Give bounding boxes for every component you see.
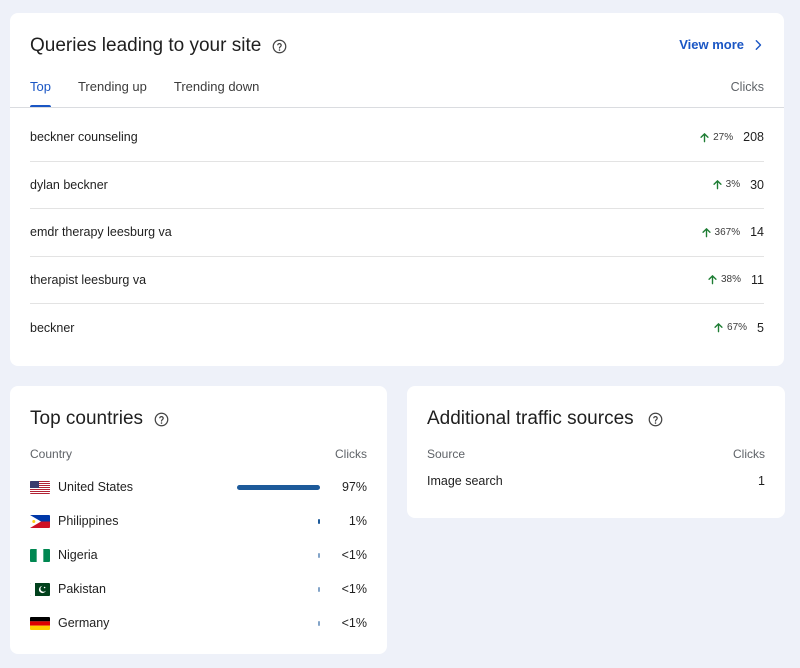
share-bar — [237, 485, 320, 490]
query-clicks: 30 — [750, 177, 764, 192]
query-metrics: 27% 208 — [699, 130, 764, 144]
query-text: emdr therapy leesburg va — [30, 225, 172, 240]
source-clicks: 1 — [758, 474, 765, 488]
sources-table-header: Source Clicks — [427, 447, 765, 461]
chevron-right-icon — [755, 39, 762, 50]
clicks-column-header: Clicks — [730, 80, 764, 94]
queries-card: Queries leading to your site View more T… — [10, 13, 784, 366]
query-metrics: 367% 14 — [701, 225, 764, 239]
queries-title: Queries leading to your site — [30, 35, 262, 56]
trend-percent: 3% — [725, 179, 741, 191]
share-bar-track — [234, 553, 320, 558]
query-clicks: 5 — [757, 320, 764, 335]
source-column-header: Source — [427, 447, 466, 461]
countries-table-header: Country Clicks — [30, 447, 367, 461]
country-name: Nigeria — [58, 548, 98, 562]
arrow-up-icon — [701, 227, 711, 238]
tab-top[interactable]: Top — [30, 75, 51, 108]
query-tabs: Top Trending up Trending down — [30, 75, 286, 108]
share-bar-track — [234, 485, 320, 490]
share-bar — [318, 553, 320, 558]
query-text: beckner counseling — [30, 130, 138, 145]
query-row[interactable]: emdr therapy leesburg va 367% 14 — [30, 209, 764, 257]
de-flag-icon — [30, 616, 50, 630]
view-more-label: View more — [679, 37, 744, 52]
query-text: therapist leesburg va — [30, 272, 147, 287]
trend-percent: 38% — [721, 274, 742, 286]
country-row[interactable]: Nigeria <1% — [30, 538, 367, 572]
share-bar — [318, 519, 320, 524]
share-bar-track — [234, 519, 320, 524]
country-name: Philippines — [58, 514, 119, 528]
query-row[interactable]: beckner 67% 5 — [30, 304, 764, 352]
view-more-link[interactable]: View more — [679, 37, 764, 52]
country-name: United States — [58, 480, 134, 494]
arrow-up-icon — [700, 132, 709, 143]
query-list: beckner counseling 27% 208 dylan beckner… — [10, 114, 784, 352]
sources-title: Additional traffic sources — [427, 408, 634, 429]
query-row[interactable]: therapist leesburg va 38% 11 — [30, 257, 764, 304]
share-bar-track — [234, 621, 320, 626]
help-icon[interactable] — [272, 39, 287, 54]
country-row[interactable]: Pakistan <1% — [30, 572, 367, 606]
arrow-up-icon — [714, 323, 723, 333]
country-percent: 1% — [348, 514, 367, 528]
query-row[interactable]: beckner counseling 27% 208 — [30, 114, 764, 162]
query-text: beckner — [30, 320, 75, 335]
query-text: dylan beckner — [30, 177, 108, 192]
trend-percent: 367% — [714, 226, 741, 238]
countries-title: Top countries — [30, 408, 144, 429]
query-clicks: 14 — [750, 225, 764, 240]
ph-flag-icon — [30, 514, 50, 528]
clicks-column-header: Clicks — [335, 447, 367, 461]
country-percent: <1% — [341, 548, 367, 562]
country-row[interactable]: United States 97% — [30, 470, 367, 504]
country-row[interactable]: Germany <1% — [30, 606, 367, 640]
source-row[interactable]: Image search 1 — [427, 474, 765, 488]
share-bar-track — [234, 587, 320, 592]
countries-card: Top countries Country Clicks United Stat… — [10, 386, 387, 654]
query-metrics: 38% 11 — [707, 273, 764, 287]
query-clicks: 208 — [743, 130, 764, 145]
tab-trending-down[interactable]: Trending down — [174, 75, 260, 108]
arrow-up-icon — [713, 180, 722, 190]
share-bar — [318, 587, 320, 592]
sources-card: Additional traffic sources Source Clicks… — [407, 386, 785, 518]
arrow-up-icon — [708, 275, 717, 285]
countries-list: United States 97% Philippines 1% Nigeria… — [30, 470, 367, 640]
query-clicks: 11 — [751, 272, 764, 287]
trend-percent: 67% — [727, 322, 748, 334]
country-name: Germany — [58, 616, 110, 630]
country-percent: <1% — [341, 616, 367, 630]
query-row[interactable]: dylan beckner 3% 30 — [30, 162, 764, 209]
share-bar — [318, 621, 320, 626]
help-icon[interactable] — [154, 412, 169, 427]
ng-flag-icon — [30, 548, 50, 562]
country-name: Pakistan — [58, 582, 106, 596]
us-flag-icon — [30, 480, 50, 494]
country-percent: <1% — [341, 582, 367, 596]
trend-percent: 27% — [713, 131, 734, 143]
query-metrics: 67% 5 — [713, 321, 764, 335]
tab-trending-up[interactable]: Trending up — [78, 75, 147, 108]
country-percent: 97% — [341, 480, 367, 494]
query-metrics: 3% 30 — [712, 178, 764, 192]
country-column-header: Country — [30, 447, 73, 461]
divider — [10, 107, 784, 108]
clicks-column-header: Clicks — [733, 447, 765, 461]
country-row[interactable]: Philippines 1% — [30, 504, 367, 538]
source-name: Image search — [427, 474, 503, 488]
pk-flag-icon — [30, 582, 50, 596]
help-icon[interactable] — [648, 412, 663, 427]
